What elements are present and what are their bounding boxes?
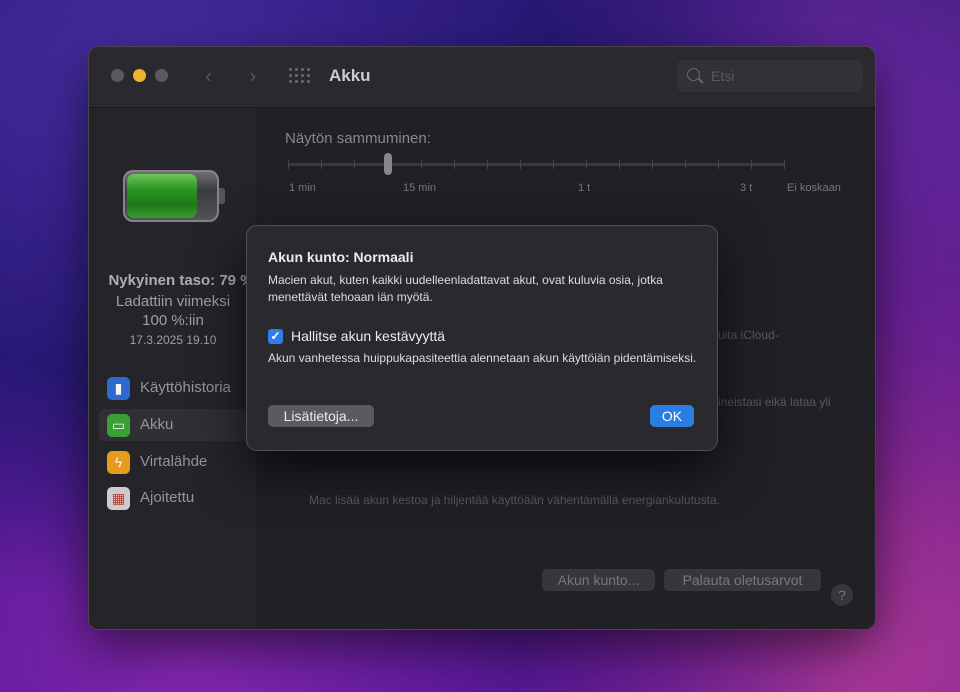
learn-more-button[interactable]: Lisätietoja... [268,405,374,427]
manage-longevity-checkbox[interactable]: ✓ [268,329,283,344]
ok-button[interactable]: OK [650,405,694,427]
battery-health-dialog: Akun kunto: Normaali Macien akut, kuten … [246,225,718,451]
dialog-body: Macien akut, kuten kaikki uudelleenladat… [268,273,663,304]
manage-longevity-label[interactable]: Hallitse akun kestävyyttä [291,328,445,344]
dialog-note: Akun vanhetessa huippukapasiteettia alen… [268,351,697,365]
dialog-title: Akun kunto: Normaali [268,249,414,265]
